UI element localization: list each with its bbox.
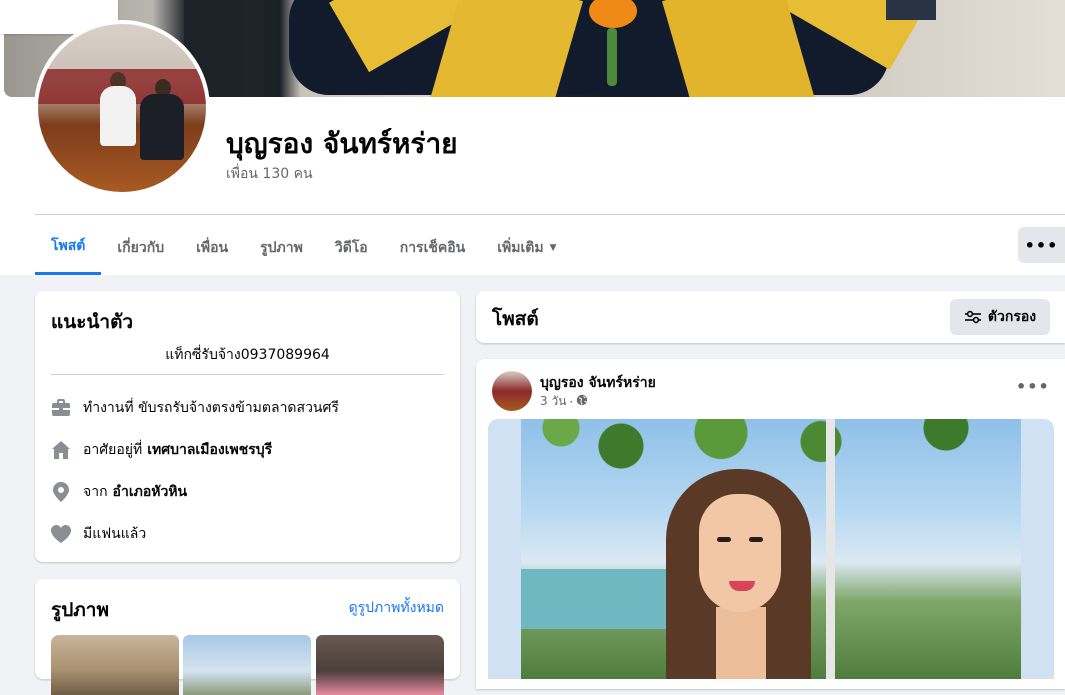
avatar-person-body (140, 94, 184, 160)
caret-down-icon: ▼ (549, 242, 557, 253)
intro-from-row: จาก อำเภอหัวหิน (51, 481, 187, 503)
tab-label: โพสต์ (51, 238, 86, 254)
tab-label: การเช็คอิน (399, 239, 466, 256)
profile-tabs: โพสต์ เกี่ยวกับ เพื่อน รูปภาพ วิดีโอ การ… (35, 220, 573, 275)
intro-relationship-row: มีแฟนแล้ว (51, 523, 146, 545)
post-card: บุญรอง จันทร์หร่าย 3 วัน · ••• (476, 359, 1065, 689)
photo-thumbnail[interactable] (183, 635, 311, 695)
photo-building (521, 569, 671, 629)
tab-checkins[interactable]: การเช็คอิน (384, 220, 482, 275)
friends-count[interactable]: เพื่อน 130 คน (226, 163, 313, 185)
filter-label: ตัวกรอง (987, 309, 1037, 325)
intro-lives-row: อาศัยอยู่ที่ เทศบาลเมืองเพชรบุรี (51, 439, 272, 461)
post-author-avatar[interactable] (492, 371, 532, 411)
photo-utility-pole (826, 419, 835, 679)
intro-from-prefix: จาก (83, 484, 108, 500)
tab-about[interactable]: เกี่ยวกับ (101, 220, 180, 275)
intro-divider (51, 374, 444, 375)
intro-lives-place[interactable]: เทศบาลเมืองเพชรบุรี (147, 439, 272, 461)
filter-button[interactable]: ตัวกรอง (950, 299, 1050, 335)
intro-work-row: ทำงานที่ ขับรถรับจ้างตรงข้ามตลาดสวนศรี (51, 397, 339, 419)
post-options-button[interactable]: ••• (1016, 377, 1050, 396)
globe-icon (576, 394, 588, 409)
tab-label: รูปภาพ (260, 239, 303, 256)
tab-label: เกี่ยวกับ (117, 239, 165, 256)
briefcase-icon (51, 398, 71, 418)
post-image-frame[interactable] (488, 419, 1054, 679)
profile-avatar[interactable] (34, 20, 210, 196)
photo-person-neck (716, 607, 766, 679)
tab-friends[interactable]: เพื่อน (180, 220, 244, 275)
photos-card: รูปภาพ ดูรูปภาพทั้งหมด (35, 579, 460, 695)
header-divider (35, 214, 1065, 215)
tab-photos[interactable]: รูปภาพ (244, 220, 319, 275)
photo-person-eye (749, 537, 763, 542)
heart-icon (51, 524, 71, 544)
avatar-photo (38, 24, 206, 192)
post-meta: 3 วัน · (540, 392, 588, 411)
photos-title: รูปภาพ (51, 599, 109, 621)
intro-lives-prefix: อาศัยอยู่ที่ (83, 442, 143, 458)
posts-header-card: โพสต์ ตัวกรอง (476, 291, 1065, 343)
cover-person-right (886, 0, 936, 20)
cover-garland-stem (607, 28, 617, 86)
post-author-name[interactable]: บุญรอง จันทร์หร่าย (540, 372, 656, 394)
profile-more-button[interactable]: ••• (1018, 227, 1065, 263)
intro-relationship-text: มีแฟนแล้ว (83, 526, 147, 542)
intro-title: แนะนำตัว (51, 311, 134, 333)
post-photo[interactable] (521, 419, 1021, 679)
photo-person-face (699, 494, 781, 612)
meta-separator: · (569, 394, 574, 409)
profile-name: บุญรอง จันทร์หร่าย (226, 127, 458, 160)
photo-person-eye (717, 537, 731, 542)
posts-title: โพสต์ (492, 308, 539, 330)
avatar-person-body (100, 86, 136, 146)
photo-thumbnail[interactable] (316, 635, 444, 695)
photo-thumbnail[interactable] (51, 635, 179, 695)
location-pin-icon (51, 482, 71, 502)
intro-card: แนะนำตัว แท็กซี่รับจ้าง0937089964 ทำงานท… (35, 291, 460, 562)
see-all-photos-link[interactable]: ดูรูปภาพทั้งหมด (349, 597, 444, 619)
intro-bio: แท็กซี่รับจ้าง0937089964 (165, 347, 330, 363)
post-timestamp[interactable]: 3 วัน (540, 392, 566, 411)
tab-more[interactable]: เพิ่มเติม ▼ (481, 220, 572, 275)
tab-label: เพื่อน (196, 239, 229, 256)
tab-label: เพิ่มเติม (497, 239, 544, 256)
intro-from-place[interactable]: อำเภอหัวหิน (113, 481, 188, 503)
tab-label: วิดีโอ (334, 239, 368, 256)
home-icon (51, 440, 71, 460)
tab-videos[interactable]: วิดีโอ (319, 220, 384, 275)
filter-sliders-icon (964, 310, 982, 324)
intro-work-text: ทำงานที่ ขับรถรับจ้างตรงข้ามตลาดสวนศรี (83, 400, 339, 416)
tab-posts[interactable]: โพสต์ (35, 220, 102, 275)
